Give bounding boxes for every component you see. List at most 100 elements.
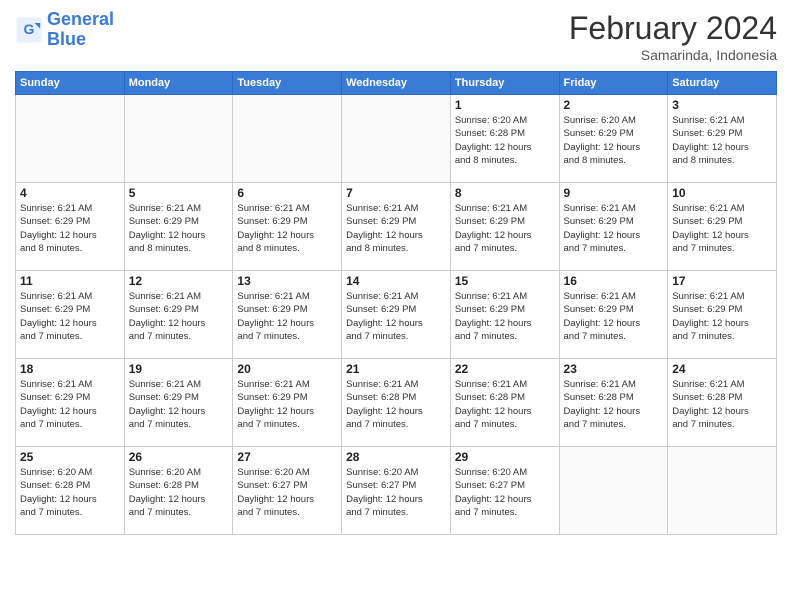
logo: G General Blue <box>15 10 114 50</box>
day-number: 25 <box>20 450 120 464</box>
day-number: 15 <box>455 274 555 288</box>
day-number: 13 <box>237 274 337 288</box>
logo-text: General Blue <box>47 10 114 50</box>
week-row-3: 11Sunrise: 6:21 AMSunset: 6:29 PMDayligh… <box>16 271 777 359</box>
day-info: Sunrise: 6:21 AMSunset: 6:29 PMDaylight:… <box>20 290 120 343</box>
day-number: 29 <box>455 450 555 464</box>
day-info: Sunrise: 6:21 AMSunset: 6:29 PMDaylight:… <box>237 378 337 431</box>
day-number: 19 <box>129 362 229 376</box>
day-number: 9 <box>564 186 664 200</box>
day-info: Sunrise: 6:21 AMSunset: 6:29 PMDaylight:… <box>20 378 120 431</box>
day-number: 17 <box>672 274 772 288</box>
calendar: SundayMondayTuesdayWednesdayThursdayFrid… <box>15 71 777 535</box>
day-header-sunday: Sunday <box>16 72 125 95</box>
day-info: Sunrise: 6:21 AMSunset: 6:29 PMDaylight:… <box>455 290 555 343</box>
calendar-cell: 7 Sunrise: 6:21 AMSunset: 6:29 PMDaylight… <box>342 183 451 271</box>
calendar-cell: 14Sunrise: 6:21 AMSunset: 6:29 PMDayligh… <box>342 271 451 359</box>
day-number: 20 <box>237 362 337 376</box>
day-info: Sunrise: 6:21 AMSunset: 6:29 PMDaylight:… <box>129 290 229 343</box>
day-info: Sunrise: 6:20 AMSunset: 6:27 PMDaylight:… <box>346 466 446 519</box>
calendar-cell: 11Sunrise: 6:21 AMSunset: 6:29 PMDayligh… <box>16 271 125 359</box>
week-row-5: 25 Sunrise: 6:20 AMSunset: 6:28 PMDayligh… <box>16 447 777 535</box>
day-header-tuesday: Tuesday <box>233 72 342 95</box>
calendar-cell: 10Sunrise: 6:21 AMSunset: 6:29 PMDayligh… <box>668 183 777 271</box>
calendar-header: SundayMondayTuesdayWednesdayThursdayFrid… <box>16 72 777 95</box>
day-info: Sunrise: 6:21 AMSunset: 6:28 PMDaylight:… <box>455 378 555 431</box>
day-info: Sunrise: 6:21 AMSunset: 6:28 PMDaylight:… <box>672 378 772 431</box>
day-number: 21 <box>346 362 446 376</box>
calendar-cell: 26 Sunrise: 6:20 AMSunset: 6:28 PMDayligh… <box>124 447 233 535</box>
header: G General Blue February 2024 Samarinda, … <box>15 10 777 63</box>
logo-line2: Blue <box>47 30 114 50</box>
day-number: 4 <box>20 186 120 200</box>
day-number: 26 <box>129 450 229 464</box>
day-info: Sunrise: 6:21 AMSunset: 6:29 PMDaylight:… <box>346 202 446 255</box>
calendar-cell: 18 Sunrise: 6:21 AMSunset: 6:29 PMDayligh… <box>16 359 125 447</box>
calendar-cell: 21 Sunrise: 6:21 AMSunset: 6:28 PMDayligh… <box>342 359 451 447</box>
calendar-cell: 1 Sunrise: 6:20 AMSunset: 6:28 PMDaylight… <box>450 95 559 183</box>
day-number: 3 <box>672 98 772 112</box>
day-info: Sunrise: 6:20 AMSunset: 6:29 PMDaylight:… <box>564 114 664 167</box>
calendar-cell: 20 Sunrise: 6:21 AMSunset: 6:29 PMDayligh… <box>233 359 342 447</box>
day-info: Sunrise: 6:21 AMSunset: 6:29 PMDaylight:… <box>346 290 446 343</box>
day-number: 1 <box>455 98 555 112</box>
day-info: Sunrise: 6:21 AMSunset: 6:29 PMDaylight:… <box>564 290 664 343</box>
calendar-cell: 29 Sunrise: 6:20 AMSunset: 6:27 PMDayligh… <box>450 447 559 535</box>
calendar-cell: 3 Sunrise: 6:21 AMSunset: 6:29 PMDaylight… <box>668 95 777 183</box>
day-number: 5 <box>129 186 229 200</box>
day-number: 8 <box>455 186 555 200</box>
page: G General Blue February 2024 Samarinda, … <box>0 0 792 612</box>
subtitle: Samarinda, Indonesia <box>569 47 777 63</box>
day-number: 7 <box>346 186 446 200</box>
calendar-cell: 9 Sunrise: 6:21 AMSunset: 6:29 PMDaylight… <box>559 183 668 271</box>
day-info: Sunrise: 6:21 AMSunset: 6:28 PMDaylight:… <box>564 378 664 431</box>
day-header-friday: Friday <box>559 72 668 95</box>
svg-text:G: G <box>24 21 35 37</box>
calendar-cell: 4Sunrise: 6:21 AMSunset: 6:29 PMDaylight… <box>16 183 125 271</box>
calendar-cell <box>342 95 451 183</box>
calendar-cell: 27 Sunrise: 6:20 AMSunset: 6:27 PMDayligh… <box>233 447 342 535</box>
day-number: 16 <box>564 274 664 288</box>
day-number: 28 <box>346 450 446 464</box>
calendar-cell: 28 Sunrise: 6:20 AMSunset: 6:27 PMDayligh… <box>342 447 451 535</box>
title-block: February 2024 Samarinda, Indonesia <box>569 10 777 63</box>
day-info: Sunrise: 6:21 AMSunset: 6:29 PMDaylight:… <box>564 202 664 255</box>
day-info: Sunrise: 6:21 AMSunset: 6:28 PMDaylight:… <box>346 378 446 431</box>
day-info: Sunrise: 6:20 AMSunset: 6:27 PMDaylight:… <box>455 466 555 519</box>
logo-line1: General <box>47 9 114 29</box>
header-row: SundayMondayTuesdayWednesdayThursdayFrid… <box>16 72 777 95</box>
day-number: 27 <box>237 450 337 464</box>
day-number: 6 <box>237 186 337 200</box>
calendar-cell <box>124 95 233 183</box>
day-number: 12 <box>129 274 229 288</box>
day-info: Sunrise: 6:20 AMSunset: 6:28 PMDaylight:… <box>455 114 555 167</box>
calendar-cell: 19 Sunrise: 6:21 AMSunset: 6:29 PMDayligh… <box>124 359 233 447</box>
calendar-cell <box>668 447 777 535</box>
calendar-cell <box>233 95 342 183</box>
day-info: Sunrise: 6:21 AMSunset: 6:29 PMDaylight:… <box>237 202 337 255</box>
day-number: 2 <box>564 98 664 112</box>
day-info: Sunrise: 6:21 AMSunset: 6:29 PMDaylight:… <box>129 378 229 431</box>
month-title: February 2024 <box>569 10 777 47</box>
calendar-cell: 17 Sunrise: 6:21 AMSunset: 6:29 PMDayligh… <box>668 271 777 359</box>
calendar-cell: 15 Sunrise: 6:21 AMSunset: 6:29 PMDayligh… <box>450 271 559 359</box>
day-info: Sunrise: 6:20 AMSunset: 6:28 PMDaylight:… <box>129 466 229 519</box>
day-number: 22 <box>455 362 555 376</box>
day-info: Sunrise: 6:20 AMSunset: 6:27 PMDaylight:… <box>237 466 337 519</box>
day-number: 23 <box>564 362 664 376</box>
day-info: Sunrise: 6:21 AMSunset: 6:29 PMDaylight:… <box>237 290 337 343</box>
logo-icon: G <box>15 16 43 44</box>
calendar-cell: 6 Sunrise: 6:21 AMSunset: 6:29 PMDaylight… <box>233 183 342 271</box>
day-number: 18 <box>20 362 120 376</box>
week-row-1: 1 Sunrise: 6:20 AMSunset: 6:28 PMDaylight… <box>16 95 777 183</box>
calendar-cell: 22 Sunrise: 6:21 AMSunset: 6:28 PMDayligh… <box>450 359 559 447</box>
day-info: Sunrise: 6:21 AMSunset: 6:29 PMDaylight:… <box>672 114 772 167</box>
day-header-monday: Monday <box>124 72 233 95</box>
day-number: 10 <box>672 186 772 200</box>
day-header-thursday: Thursday <box>450 72 559 95</box>
calendar-cell: 8Sunrise: 6:21 AMSunset: 6:29 PMDaylight… <box>450 183 559 271</box>
calendar-cell: 16 Sunrise: 6:21 AMSunset: 6:29 PMDayligh… <box>559 271 668 359</box>
day-info: Sunrise: 6:21 AMSunset: 6:29 PMDaylight:… <box>129 202 229 255</box>
day-header-wednesday: Wednesday <box>342 72 451 95</box>
day-info: Sunrise: 6:21 AMSunset: 6:29 PMDaylight:… <box>672 290 772 343</box>
